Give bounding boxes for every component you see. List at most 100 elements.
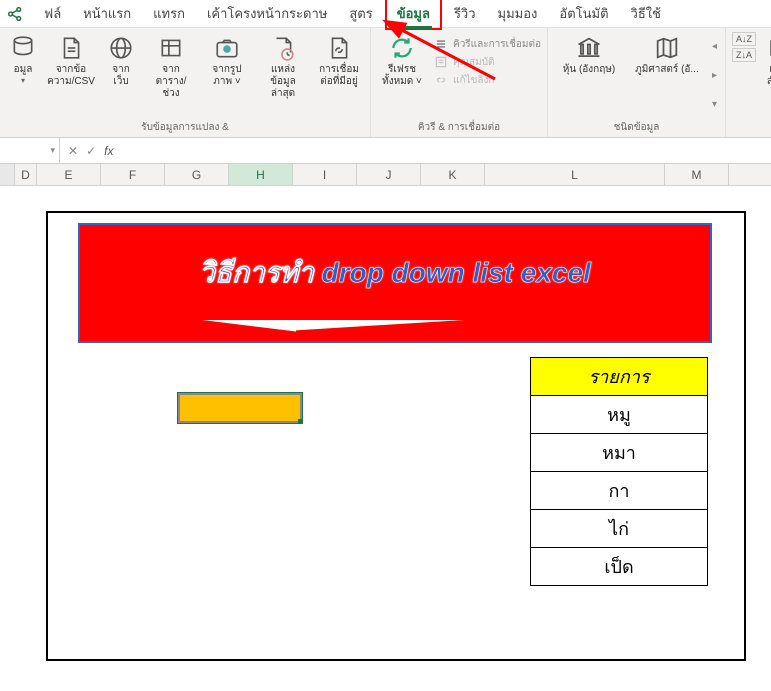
chevron-left-icon[interactable]: ◂ xyxy=(712,41,717,52)
banner-fill: วิธีการทำ drop down list excel xyxy=(80,225,710,320)
tab-view[interactable]: มุมมอง xyxy=(488,0,548,28)
ribbon-group-queries: รีเฟรช ทั้งหมด ˅ คิวรีและการเชื่อมต่อ คุ… xyxy=(371,28,548,137)
col-header-H[interactable]: H xyxy=(229,164,293,185)
col-header-L[interactable]: L xyxy=(485,164,665,185)
source-list-table[interactable]: รายการ หมู หมา กา ไก่ เป็ด xyxy=(530,357,708,586)
tab-data[interactable]: ข้อมูล xyxy=(385,0,442,30)
bank-icon xyxy=(575,34,603,62)
chevron-down-icon[interactable]: ▾ xyxy=(50,145,55,156)
btn-sort-asc[interactable]: A↓Z xyxy=(732,32,756,46)
title-banner-shape[interactable]: วิธีการทำ drop down list excel xyxy=(78,223,712,343)
banner-tail xyxy=(80,311,710,341)
cancel-icon[interactable]: ✕ xyxy=(68,144,78,158)
share-icon[interactable] xyxy=(4,3,26,25)
btn-label: หุ้น (อังกฤษ) xyxy=(563,64,615,76)
list-header: รายการ xyxy=(531,358,708,396)
tab-help[interactable]: วิธีใช้ xyxy=(621,0,671,28)
btn-edit-links[interactable]: แก้ไขลิงก์ xyxy=(433,72,541,88)
formula-controls: ✕ ✓ fx xyxy=(60,144,121,158)
list-item: หมา xyxy=(531,434,708,472)
sort-icon xyxy=(765,34,771,62)
btn-refresh-all[interactable]: รีเฟรช ทั้งหมด ˅ xyxy=(377,32,427,118)
col-header-K[interactable]: K xyxy=(421,164,485,185)
dropdown-target-cell[interactable] xyxy=(178,393,302,423)
tab-insert[interactable]: แทรก xyxy=(143,0,195,28)
col-header-I[interactable]: I xyxy=(293,164,357,185)
queries-stack: คิวรีและการเชื่อมต่อ คุณสมบัติ แก้ไขลิงก… xyxy=(433,32,541,118)
file-text-icon xyxy=(57,34,85,62)
btn-label: จาก ตาราง/ช่วง xyxy=(148,64,194,100)
file-link-icon xyxy=(325,34,353,62)
page-border: วิธีการทำ drop down list excel รายการ หม… xyxy=(46,211,746,661)
properties-icon xyxy=(433,54,449,70)
ribbon-group-getdata: อมูล ▾ จากข้อ ความ/CSV จาก เว็บ จาก ตาร xyxy=(0,28,371,137)
ribbon-group-datatypes: หุ้น (อังกฤษ) ภูมิศาสตร์ (อั... ◂ ▸ ▾ ชน… xyxy=(548,28,726,137)
btn-label: ภูมิศาสตร์ (อั... xyxy=(635,64,699,76)
cylinder-icon xyxy=(9,34,37,62)
refresh-icon xyxy=(388,34,416,62)
btn-label: การเชื่อม ต่อที่มีอยู่ xyxy=(319,64,359,88)
list-item: กา xyxy=(531,472,708,510)
btn-queries-connections[interactable]: คิวรีและการเชื่อมต่อ xyxy=(433,36,541,52)
btn-label: เรียง ลำดับ xyxy=(767,64,771,88)
btn-properties[interactable]: คุณสมบัติ xyxy=(433,54,541,70)
btn-from-csv[interactable]: จากข้อ ความ/CSV xyxy=(46,32,96,118)
btn-label: จาก เว็บ xyxy=(112,64,130,88)
select-all-corner[interactable] xyxy=(0,164,15,185)
btn-label: จากรูป ภาพ ˅ xyxy=(212,64,241,88)
col-header-G[interactable]: G xyxy=(165,164,229,185)
list-item: หมู xyxy=(531,396,708,434)
group-label xyxy=(732,133,771,135)
table-icon xyxy=(157,34,185,62)
tab-formulas[interactable]: สูตร xyxy=(339,0,382,28)
group-label: รับข้อมูลการแปลง & xyxy=(6,118,364,135)
stack-label: แก้ไขลิงก์ xyxy=(453,73,494,88)
ribbon-tabs: ฟล์ หน้าแรก แทรก เค้าโครงหน้ากระดาษ สูตร… xyxy=(0,0,771,28)
tab-home[interactable]: หน้าแรก xyxy=(73,0,141,28)
name-box[interactable]: ▾ xyxy=(0,138,60,163)
btn-existing-connections[interactable]: การเชื่อม ต่อที่มีอยู่ xyxy=(314,32,364,118)
ribbon-group-sort: A↓Z Z↓A เรียง ลำดับ xyxy=(726,28,771,137)
btn-from-web[interactable]: จาก เว็บ xyxy=(102,32,140,118)
btn-label: แหล่ง ข้อมูลล่าสุด xyxy=(260,64,306,100)
col-header-F[interactable]: F xyxy=(101,164,165,185)
btn-from-picture[interactable]: จากรูป ภาพ ˅ xyxy=(202,32,252,118)
btn-sort[interactable]: เรียง ลำดับ xyxy=(762,32,771,133)
tab-pagelayout[interactable]: เค้าโครงหน้ากระดาษ xyxy=(197,0,337,28)
worksheet[interactable]: วิธีการทำ drop down list excel รายการ หม… xyxy=(0,186,771,686)
col-header-E[interactable]: E xyxy=(37,164,101,185)
datatype-nav: ◂ ▸ ▾ xyxy=(710,32,719,118)
sort-mini: A↓Z Z↓A xyxy=(732,32,756,133)
col-header-M[interactable]: M xyxy=(665,164,729,185)
list-icon xyxy=(433,36,449,52)
file-clock-icon xyxy=(269,34,297,62)
column-headers: D E F G H I J K L M xyxy=(0,164,771,186)
tab-review[interactable]: รีวิว xyxy=(444,0,486,28)
btn-geography[interactable]: ภูมิศาสตร์ (อั... xyxy=(630,32,704,118)
link-icon xyxy=(433,72,449,88)
btn-recent-sources[interactable]: แหล่ง ข้อมูลล่าสุด xyxy=(258,32,308,118)
enter-icon[interactable]: ✓ xyxy=(86,144,96,158)
globe-icon xyxy=(107,34,135,62)
btn-stocks[interactable]: หุ้น (อังกฤษ) xyxy=(554,32,624,118)
fx-icon[interactable]: fx xyxy=(104,144,113,158)
group-label: ชนิดข้อมูล xyxy=(554,118,719,135)
col-header-J[interactable]: J xyxy=(357,164,421,185)
btn-label: รีเฟรช ทั้งหมด ˅ xyxy=(382,64,422,88)
group-label: คิวรี & การเชื่อมต่อ xyxy=(377,118,541,135)
ribbon: อมูล ▾ จากข้อ ความ/CSV จาก เว็บ จาก ตาร xyxy=(0,28,771,138)
banner-title: วิธีการทำ drop down list excel xyxy=(199,251,591,295)
tab-automate[interactable]: อัตโนมัติ xyxy=(549,0,618,28)
btn-label: จากข้อ ความ/CSV xyxy=(47,64,95,88)
col-header-D[interactable]: D xyxy=(15,164,37,185)
formula-input[interactable] xyxy=(121,138,771,163)
stack-label: คุณสมบัติ xyxy=(453,55,495,70)
tab-file[interactable]: ฟล์ xyxy=(34,0,71,28)
btn-getdata[interactable]: อมูล ▾ xyxy=(6,32,40,118)
chevron-down-icon: ▾ xyxy=(21,76,25,86)
btn-sort-desc[interactable]: Z↓A xyxy=(732,48,756,62)
btn-from-table[interactable]: จาก ตาราง/ช่วง xyxy=(146,32,196,118)
btn-label: อมูล xyxy=(14,64,33,76)
chevron-right-icon[interactable]: ▸ xyxy=(712,70,717,81)
chevron-down-icon[interactable]: ▾ xyxy=(712,99,717,110)
